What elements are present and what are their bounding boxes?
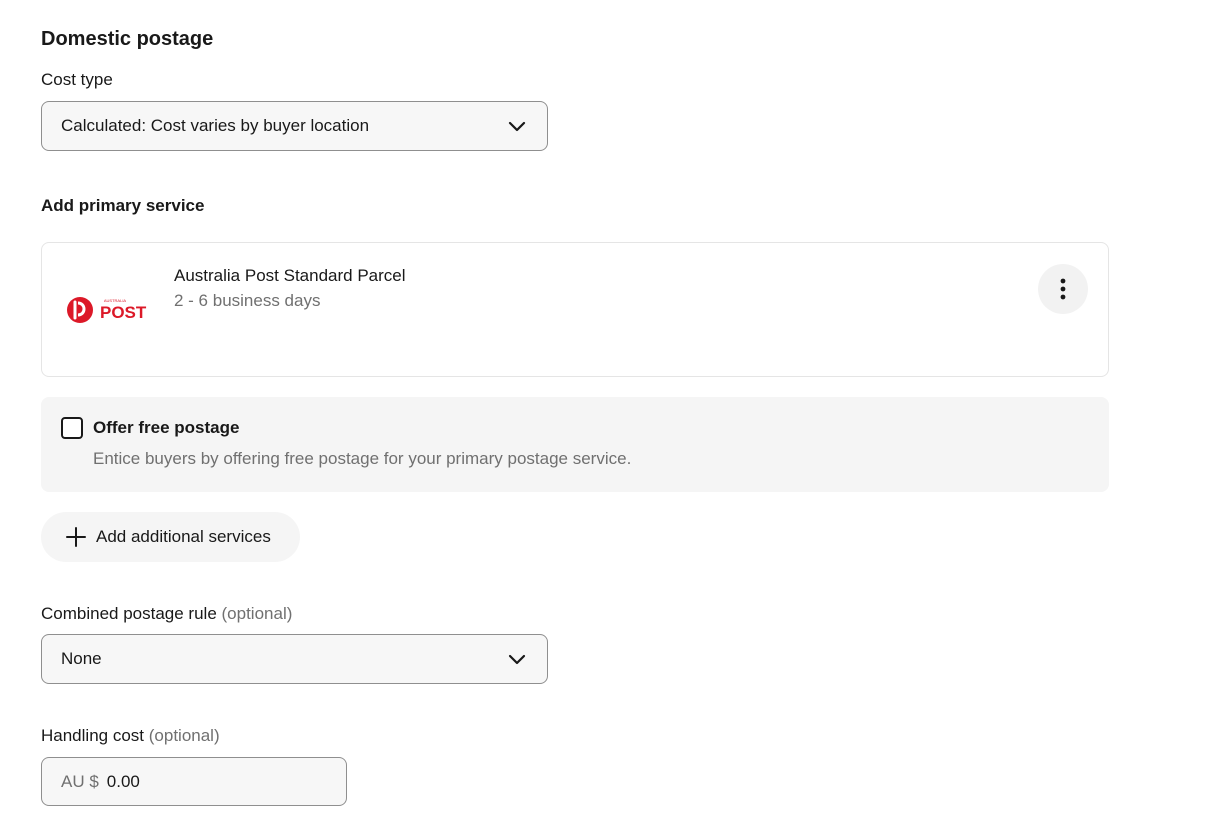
section-title: Domestic postage [41, 28, 214, 50]
free-postage-description: Entice buyers by offering free postage f… [93, 449, 632, 468]
cost-type-value: Calculated: Cost varies by buyer locatio… [61, 116, 370, 135]
service-name: Australia Post Standard Parcel [174, 266, 406, 285]
combined-postage-label-text: Combined postage rule [41, 604, 217, 623]
add-additional-services-button[interactable]: Add additional services [41, 512, 300, 562]
optional-hint: (optional) [148, 726, 220, 745]
optional-hint: (optional) [221, 604, 293, 623]
free-postage-label[interactable]: Offer free postage [93, 418, 239, 438]
combined-postage-select[interactable]: None [41, 634, 548, 684]
add-services-label: Add additional services [96, 527, 271, 546]
handling-cost-input[interactable] [106, 771, 287, 792]
service-menu-button[interactable] [1038, 264, 1088, 314]
free-postage-panel: Offer free postage Entice buyers by offe… [41, 397, 1109, 492]
cost-type-select[interactable]: Calculated: Cost varies by buyer locatio… [41, 101, 548, 151]
handling-cost-label-text: Handling cost [41, 726, 145, 745]
cost-type-label: Cost type [41, 70, 113, 89]
currency-prefix: AU $ [61, 771, 99, 791]
combined-postage-label: Combined postage rule (optional) [41, 604, 292, 624]
service-delivery-time: 2 - 6 business days [174, 291, 321, 310]
handling-cost-field[interactable]: AU $ [41, 757, 347, 806]
svg-text:POST: POST [100, 303, 147, 322]
combined-postage-value: None [61, 649, 102, 668]
primary-service-heading: Add primary service [41, 196, 205, 215]
more-vertical-icon [1060, 278, 1066, 300]
free-postage-checkbox[interactable] [61, 417, 83, 439]
chevron-down-icon [508, 654, 526, 665]
chevron-down-icon [508, 121, 526, 132]
primary-service-card: AUSTRALIA POST Australia Post Standard P… [41, 242, 1109, 377]
handling-cost-label: Handling cost (optional) [41, 726, 220, 746]
plus-icon [66, 527, 86, 547]
postage-settings-page: Domestic postage Cost type Calculated: C… [0, 0, 1225, 832]
australia-post-logo: AUSTRALIA POST [67, 297, 147, 323]
